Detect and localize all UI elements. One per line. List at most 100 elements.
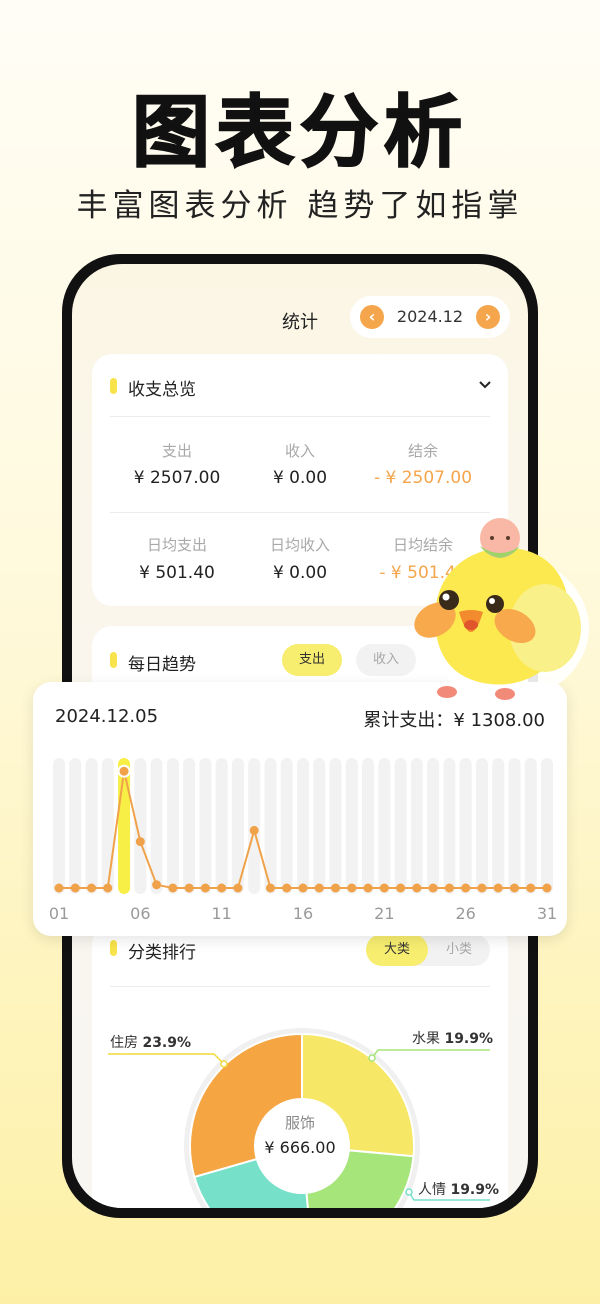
trend-point[interactable] [103,883,113,893]
trend-track-bar[interactable] [443,758,456,894]
trend-track-bar[interactable] [313,758,326,894]
trend-point[interactable] [526,883,536,893]
page-title: 统计 [282,312,318,333]
trend-track-bar[interactable] [394,758,407,894]
trend-point[interactable] [200,883,210,893]
pie-leader-dot [368,1054,376,1062]
trend-point[interactable] [233,883,243,893]
trend-track-bar[interactable] [53,758,65,894]
trend-point[interactable] [363,883,373,893]
pie-center-value: ¥ 666.00 [264,1138,336,1157]
divider [110,986,490,987]
section-marker [110,652,117,668]
trend-track-bar[interactable] [410,758,423,894]
hero-title: 图表分析 [131,87,468,179]
trend-point[interactable] [249,825,259,835]
trend-x-tick: 16 [293,904,313,923]
trend-track-bar[interactable] [297,758,309,894]
tab-big-category[interactable]: 大类 [366,934,428,966]
ranking-toggle: 大类 小类 [366,934,490,966]
divider [110,416,490,417]
daily-income-label: 日均收入 [269,536,330,554]
trend-point[interactable] [477,883,487,893]
daily-trend-title: 每日趋势 [128,655,196,675]
trend-point[interactable] [331,883,341,893]
month-selector: ‹ 2024.12 › [350,296,510,338]
trend-point[interactable] [117,764,131,778]
trend-x-tick: 21 [374,904,394,923]
trend-track-bar[interactable] [85,758,98,894]
trend-point[interactable] [412,883,422,893]
trend-track-bar[interactable] [215,758,228,894]
pie-label-pct: 19.9% [444,1031,494,1047]
expense-label: 支出 [161,442,192,460]
trend-x-tick: 26 [455,904,475,923]
trend-track-bar[interactable] [345,758,358,894]
pie-label-name: 住房 [110,1035,138,1051]
trend-point[interactable] [542,883,552,893]
trend-point[interactable] [379,883,389,893]
income-label: 收入 [284,442,315,460]
trend-track-bar[interactable] [69,758,82,894]
trend-track-bar[interactable] [459,758,472,894]
trend-point[interactable] [428,883,438,893]
trend-track-bar[interactable] [508,758,521,894]
pie-label-housing: 住房 23.9% [110,1032,191,1052]
trend-point[interactable] [347,883,357,893]
hero-subtitle: 丰富图表分析 趋势了如指掌 [76,188,524,224]
trend-point[interactable] [168,883,178,893]
trend-point[interactable] [314,883,324,893]
expense-value: ¥ 2507.00 [133,468,221,488]
trend-point[interactable] [444,883,454,893]
trend-point[interactable] [87,883,97,893]
trend-track-bar[interactable] [524,758,537,894]
trend-track-bar[interactable] [183,758,196,894]
trend-point[interactable] [152,880,162,890]
trend-point[interactable] [265,883,275,893]
trend-x-tick: 11 [211,904,231,923]
pie-label-name: 水果 [412,1031,440,1047]
trend-track-bar[interactable] [362,758,375,894]
trend-point[interactable] [135,837,145,847]
trend-point[interactable] [461,883,471,893]
trend-point[interactable] [396,883,406,893]
overview-title: 收支总览 [128,380,196,400]
trend-track-bar[interactable] [199,758,212,894]
trend-x-tick: 01 [49,904,69,923]
ranking-title: 分类排行 [128,943,196,963]
trend-track-bar[interactable] [427,758,440,894]
chick-mascot-icon [414,518,589,700]
trend-track-bar[interactable] [101,758,114,894]
pie-leader-dot [220,1060,228,1068]
trend-track-bar[interactable] [541,758,553,894]
trend-track-bar[interactable] [329,758,342,894]
trend-point[interactable] [493,883,503,893]
trend-x-tick: 31 [537,904,557,923]
pie-label-pct: 19.9% [450,1182,500,1198]
trend-point[interactable] [217,883,227,893]
pie-center-name: 服饰 [284,1114,315,1132]
trend-point[interactable] [282,883,292,893]
trend-point[interactable] [54,883,64,893]
trend-track-bar[interactable] [166,758,179,894]
pie-label-name: 人情 [418,1182,446,1198]
tab-small-category[interactable]: 小类 [428,934,490,966]
trend-point[interactable] [184,883,194,893]
pie-label-pct: 23.9% [142,1035,192,1051]
income-value: ¥ 0.00 [272,468,328,488]
tab-expense[interactable]: 支出 [282,644,342,676]
trend-point[interactable] [298,883,308,893]
pie-label-gift: 人情 19.9% [418,1179,499,1199]
pie-label-fruit: 水果 19.9% [412,1028,493,1048]
trend-point[interactable] [509,883,519,893]
trend-track-bar[interactable] [378,758,391,894]
chevron-right-icon[interactable]: › [476,305,500,329]
chevron-down-icon[interactable] [478,380,492,390]
trend-track-bar[interactable] [280,758,293,894]
trend-track-bar[interactable] [492,758,505,894]
daily-expense-value: ¥ 501.40 [139,563,215,583]
trend-point[interactable] [70,883,80,893]
balance-label: 结余 [407,442,438,460]
daily-trend-chart: 01 06 11 16 21 26 31 [49,758,557,923]
trend-track-bar[interactable] [475,758,488,894]
